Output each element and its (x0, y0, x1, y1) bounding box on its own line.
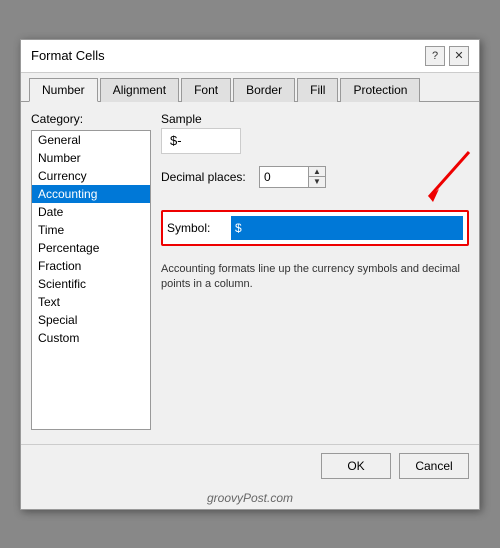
description-text: Accounting formats line up the currency … (161, 262, 469, 293)
main-area: Category: General Number Currency Accoun… (31, 112, 469, 430)
tab-font[interactable]: Font (181, 78, 231, 102)
category-item-special[interactable]: Special (32, 311, 150, 329)
cancel-button[interactable]: Cancel (399, 453, 469, 479)
category-item-text[interactable]: Text (32, 293, 150, 311)
title-bar: Format Cells ? ✕ (21, 40, 479, 73)
category-item-general[interactable]: General (32, 131, 150, 149)
category-item-scientific[interactable]: Scientific (32, 275, 150, 293)
symbol-row: Symbol: $ € £ ¥ None (161, 210, 469, 246)
category-item-accounting[interactable]: Accounting (32, 185, 150, 203)
spin-down-button[interactable]: ▼ (309, 177, 325, 187)
content-area: Category: General Number Currency Accoun… (21, 102, 479, 440)
help-button[interactable]: ? (425, 46, 445, 66)
sample-value: $- (161, 128, 241, 154)
category-item-percentage[interactable]: Percentage (32, 239, 150, 257)
spin-buttons: ▲ ▼ (309, 166, 326, 188)
tab-number[interactable]: Number (29, 78, 98, 102)
tab-alignment[interactable]: Alignment (100, 78, 179, 102)
footer: OK Cancel (21, 444, 479, 487)
tab-bar: Number Alignment Font Border Fill Protec… (21, 73, 479, 102)
decimal-input-wrap: ▲ ▼ (259, 166, 326, 188)
category-panel: Category: General Number Currency Accoun… (31, 112, 151, 430)
right-panel: Sample $- Decimal places: ▲ ▼ (161, 112, 469, 430)
close-button[interactable]: ✕ (449, 46, 469, 66)
tab-border[interactable]: Border (233, 78, 295, 102)
dialog-title: Format Cells (31, 48, 105, 63)
category-item-currency[interactable]: Currency (32, 167, 150, 185)
category-item-date[interactable]: Date (32, 203, 150, 221)
category-label: Category: (31, 112, 151, 126)
sample-label: Sample (161, 112, 469, 126)
spin-up-button[interactable]: ▲ (309, 167, 325, 177)
title-bar-buttons: ? ✕ (425, 46, 469, 66)
decimal-input[interactable] (259, 166, 309, 188)
red-arrow-icon (409, 147, 479, 207)
ok-button[interactable]: OK (321, 453, 391, 479)
category-item-custom[interactable]: Custom (32, 329, 150, 347)
symbol-select[interactable]: $ € £ ¥ None (231, 216, 463, 240)
tab-fill[interactable]: Fill (297, 78, 338, 102)
category-list[interactable]: General Number Currency Accounting Date … (31, 130, 151, 430)
category-item-number[interactable]: Number (32, 149, 150, 167)
watermark: groovyPost.com (21, 487, 479, 509)
symbol-label: Symbol: (167, 221, 223, 235)
decimal-label: Decimal places: (161, 170, 251, 184)
format-cells-dialog: Format Cells ? ✕ Number Alignment Font B… (20, 39, 480, 510)
category-item-time[interactable]: Time (32, 221, 150, 239)
symbol-dropdown-wrap: $ € £ ¥ None (231, 216, 463, 240)
category-item-fraction[interactable]: Fraction (32, 257, 150, 275)
tab-protection[interactable]: Protection (340, 78, 420, 102)
